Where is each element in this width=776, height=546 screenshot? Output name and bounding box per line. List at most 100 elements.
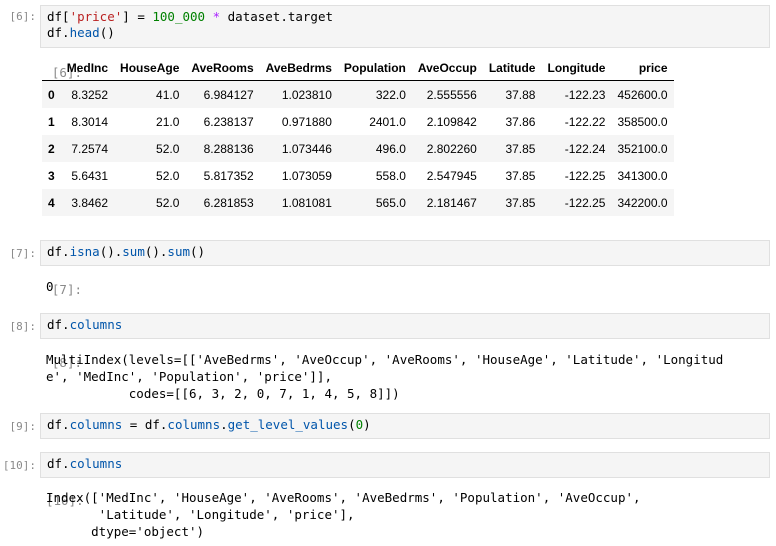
table-row: 0 8.3252 41.0 6.984127 1.023810 322.0 2.555556… bbox=[42, 80, 674, 108]
table-cell: 52.0 bbox=[156, 195, 180, 210]
table-cell: 1.073446 bbox=[281, 141, 332, 156]
column-header: price bbox=[611, 56, 674, 81]
code-token: ] = bbox=[122, 9, 153, 24]
table-cell: 8.288136 bbox=[203, 141, 254, 156]
code-token: . bbox=[220, 417, 228, 432]
code-line: df.head() bbox=[47, 25, 763, 41]
table-cell: 1.023810 bbox=[281, 87, 332, 102]
column-header: AveRooms bbox=[185, 56, 260, 81]
code-token: () bbox=[190, 244, 206, 259]
code-token: columns bbox=[69, 417, 123, 432]
table-cell: 1.081081 bbox=[281, 195, 332, 210]
table-cell: 37.85 bbox=[505, 195, 536, 210]
cell-9-input[interactable]: df.columns = df.columns.get_level_values… bbox=[40, 413, 770, 439]
code-token: df. bbox=[47, 317, 70, 332]
cell-10-in-prompt: [10]: bbox=[2, 459, 36, 472]
code-token: df. bbox=[47, 456, 70, 471]
table-cell: 37.85 bbox=[505, 168, 536, 183]
code-line: df.isna().sum().sum() bbox=[47, 244, 763, 260]
column-header: Longitude bbox=[541, 56, 612, 81]
table-cell: 322.0 bbox=[375, 87, 406, 102]
code-line: df.columns = df.columns.get_level_values… bbox=[47, 417, 763, 433]
table-cell: 358500.0 bbox=[617, 114, 668, 129]
code-token: df. bbox=[47, 244, 70, 259]
code-token: head bbox=[69, 25, 100, 40]
table-row: 2 7.2574 52.0 8.288136 1.073446 496.0 2.802260… bbox=[42, 135, 674, 162]
cell-6-in-prompt: [6]: bbox=[9, 10, 37, 23]
code-line: df['price'] = 100_000 * dataset.target bbox=[47, 9, 763, 25]
table-cell: 52.0 bbox=[156, 141, 180, 156]
code-token: * bbox=[212, 9, 221, 24]
code-token: ) bbox=[363, 417, 371, 432]
code-token: (). bbox=[99, 244, 123, 259]
cell-6-input[interactable]: df['price'] = 100_000 * dataset.target df… bbox=[40, 5, 770, 48]
table-cell: 2401.0 bbox=[369, 114, 406, 129]
code-token: isna bbox=[69, 244, 100, 259]
code-token: columns bbox=[69, 456, 123, 471]
code-token: (). bbox=[144, 244, 168, 259]
table-row: 4 3.8462 52.0 6.281853 1.081081 565.0 2.181467… bbox=[42, 189, 674, 216]
table-cell: 2.181467 bbox=[426, 195, 477, 210]
table-cell: 37.88 bbox=[505, 87, 536, 102]
table-cell: 6.984127 bbox=[203, 87, 254, 102]
dataframe-table: MedInc HouseAge AveRooms AveBedrms Populatio… bbox=[42, 56, 674, 216]
table-row: 3 5.6431 52.0 5.817352 1.073059 558.0 2.547945… bbox=[42, 162, 674, 189]
row-index: 2 bbox=[48, 141, 55, 156]
table-cell: 2.555556 bbox=[426, 87, 477, 102]
code-token: columns bbox=[69, 317, 123, 332]
table-cell: 37.86 bbox=[505, 114, 536, 129]
cell-9-in-prompt: [9]: bbox=[9, 420, 37, 433]
code-token: sum bbox=[122, 244, 145, 259]
table-cell: 341300.0 bbox=[617, 168, 668, 183]
cell-8-in-prompt: [8]: bbox=[9, 320, 37, 333]
table-cell: 565.0 bbox=[375, 195, 406, 210]
column-header: AveBedrms bbox=[259, 56, 338, 81]
code-token: 'price' bbox=[69, 9, 123, 24]
table-cell: 0.971880 bbox=[281, 114, 332, 129]
table-cell: 5.6431 bbox=[71, 168, 109, 183]
row-index: 0 bbox=[48, 87, 55, 102]
row-index: 1 bbox=[48, 114, 55, 129]
cell-7-in-prompt: [7]: bbox=[9, 247, 37, 260]
column-header: MedInc bbox=[60, 56, 115, 81]
table-cell: 8.3252 bbox=[71, 87, 109, 102]
column-header: HouseAge bbox=[114, 56, 186, 81]
table-cell: 342200.0 bbox=[617, 195, 668, 210]
table-cell: 496.0 bbox=[375, 141, 406, 156]
code-token: df[ bbox=[47, 9, 70, 24]
table-header-row: MedInc HouseAge AveRooms AveBedrms Populatio… bbox=[42, 56, 674, 81]
table-cell: 6.238137 bbox=[203, 114, 254, 129]
code-token: get_level_values bbox=[227, 417, 349, 432]
table-cell: 352100.0 bbox=[617, 141, 668, 156]
table-cell: 5.817352 bbox=[203, 168, 254, 183]
code-token: df. bbox=[47, 417, 70, 432]
cell-10-output: Index(['MedInc', 'HouseAge', 'AveRooms',… bbox=[46, 490, 641, 539]
table-cell: 558.0 bbox=[375, 168, 406, 183]
table-cell: 8.3014 bbox=[71, 114, 109, 129]
cell-7-output: 0 bbox=[46, 279, 54, 294]
table-row: 1 8.3014 21.0 6.238137 0.971880 2401.0 2.10984… bbox=[42, 108, 674, 135]
code-line: df.columns bbox=[47, 456, 763, 472]
table-cell: 41.0 bbox=[156, 87, 180, 102]
cell-8-output: MultiIndex(levels=[['AveBedrms', 'AveOcc… bbox=[46, 352, 724, 401]
table-cell: 37.85 bbox=[505, 141, 536, 156]
column-header: Population bbox=[337, 56, 412, 81]
column-header: AveOccup bbox=[411, 56, 483, 81]
row-index: 3 bbox=[48, 168, 55, 183]
cell-8-input[interactable]: df.columns bbox=[40, 313, 770, 339]
cell-7-input[interactable]: df.isna().sum().sum() bbox=[40, 240, 770, 266]
table-cell: 7.2574 bbox=[71, 141, 109, 156]
code-token: columns bbox=[167, 417, 221, 432]
table-cell: 452600.0 bbox=[617, 87, 668, 102]
table-cell: -122.25 bbox=[564, 168, 606, 183]
code-token: sum bbox=[167, 244, 190, 259]
column-header: Latitude bbox=[482, 56, 542, 81]
code-token: ( bbox=[348, 417, 356, 432]
table-cell: 2.802260 bbox=[426, 141, 477, 156]
cell-10-input[interactable]: df.columns bbox=[40, 452, 770, 478]
row-index: 4 bbox=[48, 195, 55, 210]
code-token: () bbox=[99, 25, 115, 40]
table-cell: 6.281853 bbox=[203, 195, 254, 210]
table-cell: -122.22 bbox=[564, 114, 606, 129]
